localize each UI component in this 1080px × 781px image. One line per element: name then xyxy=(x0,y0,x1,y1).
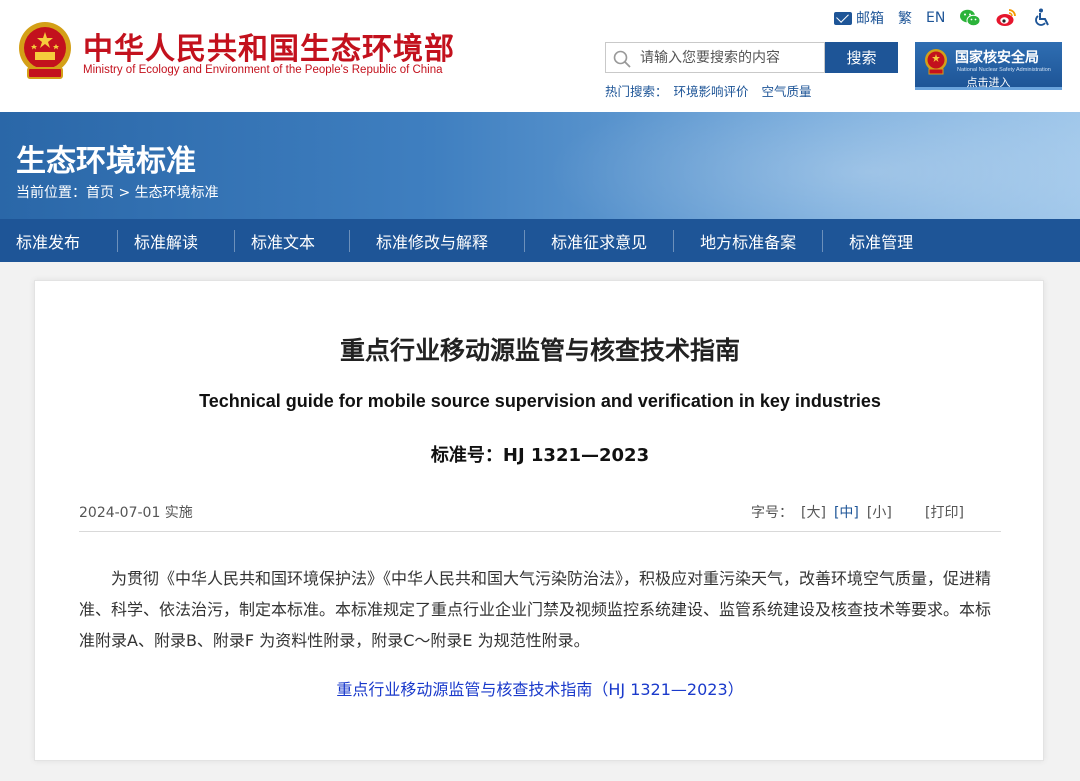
nav-item-local-filing[interactable]: 地方标准备案 xyxy=(674,219,822,262)
article-body: 为贯彻《中华人民共和国环境保护法》《中华人民共和国大气污染防治法》，积极应对重污… xyxy=(79,569,992,650)
font-size-label: 字号： xyxy=(751,505,793,521)
national-emblem-icon[interactable] xyxy=(16,20,74,82)
accessibility-link[interactable] xyxy=(1031,8,1053,28)
nav-item-interpretation[interactable]: 标准解读 xyxy=(118,219,234,262)
article-title: 重点行业移动源监管与核查技术指南 xyxy=(339,336,740,365)
site-subtitle-en: Ministry of Ecology and Environment of t… xyxy=(83,64,443,76)
attachment-link[interactable]: 重点行业移动源监管与核查技术指南（HJ 1321—2023） xyxy=(35,676,1045,700)
article-card: 重点行业移动源监管与核查技术指南 Technical guide for mob… xyxy=(34,280,1044,761)
site-header: 中华人民共和国生态环境部 Ministry of Ecology and Env… xyxy=(0,0,1080,112)
nav-item-text[interactable]: 标准文本 xyxy=(235,219,349,262)
hot-search: 热门搜索： 环境影响评价 空气质量 xyxy=(605,81,821,100)
hot-search-item[interactable]: 空气质量 xyxy=(762,84,812,99)
nnsa-enter-label: 点击进入 xyxy=(966,76,1011,89)
section-banner: 生态环境标准 当前位置：首页 > 生态环境标准 xyxy=(0,112,1080,219)
breadcrumb-current[interactable]: 生态环境标准 xyxy=(135,185,219,201)
article-title-en: Technical guide for mobile source superv… xyxy=(199,391,881,411)
top-links: 邮箱 繁 EN xyxy=(834,8,1067,28)
nav-item-management[interactable]: 标准管理 xyxy=(823,219,939,262)
traditional-chinese-link[interactable]: 繁 xyxy=(898,8,912,28)
search-input[interactable] xyxy=(640,43,820,72)
nnsa-banner-link[interactable]: 国家核安全局 National Nuclear Safety Administr… xyxy=(915,42,1062,90)
mail-icon xyxy=(834,11,852,25)
breadcrumb: 当前位置：首页 > 生态环境标准 xyxy=(16,182,219,202)
print-link[interactable]: [打印] xyxy=(925,502,964,522)
nav-item-revision[interactable]: 标准修改与解释 xyxy=(350,219,524,262)
nnsa-title: 国家核安全局 xyxy=(955,50,1039,66)
effective-date: 2024-07-01 实施 xyxy=(79,505,193,521)
mail-label: 邮箱 xyxy=(856,11,884,27)
font-size-switcher: 字号： [大] [中] [小] xyxy=(751,502,892,522)
nav-item-release[interactable]: 标准发布 xyxy=(0,219,117,262)
wechat-link[interactable] xyxy=(959,8,981,28)
search-box xyxy=(605,42,825,73)
weibo-link[interactable] xyxy=(995,8,1017,28)
hot-search-item[interactable]: 环境影响评价 xyxy=(674,84,749,99)
breadcrumb-label: 当前位置： xyxy=(16,185,86,201)
font-size-small[interactable]: [小] xyxy=(867,505,892,521)
font-size-medium[interactable]: [中] xyxy=(834,505,859,521)
site-title[interactable]: 中华人民共和国生态环境部 xyxy=(83,24,455,68)
nnsa-title-en: National Nuclear Safety Administration xyxy=(957,67,1051,73)
accessibility-icon xyxy=(1035,8,1050,26)
nnsa-emblem-icon xyxy=(925,49,947,75)
breadcrumb-home[interactable]: 首页 xyxy=(86,185,114,201)
standard-number: 标准号：HJ 1321—2023 xyxy=(430,445,650,466)
nav-item-consultation[interactable]: 标准征求意见 xyxy=(525,219,673,262)
wechat-icon xyxy=(960,9,981,27)
weibo-icon xyxy=(996,9,1017,26)
breadcrumb-separator: > xyxy=(118,185,131,201)
section-title: 生态环境标准 xyxy=(16,144,196,179)
article-meta: 2024-07-01 实施 字号： [大] [中] [小] [打印] xyxy=(79,502,1001,532)
font-size-large[interactable]: [大] xyxy=(801,505,826,521)
search-button[interactable]: 搜索 xyxy=(825,42,898,73)
english-link[interactable]: EN xyxy=(926,10,945,26)
section-nav: 标准发布 标准解读 标准文本 标准修改与解释 标准征求意见 地方标准备案 标准管… xyxy=(0,219,1080,262)
search-icon xyxy=(613,50,631,68)
hot-search-label: 热门搜索： xyxy=(605,84,668,99)
mail-link[interactable]: 邮箱 xyxy=(834,8,884,28)
